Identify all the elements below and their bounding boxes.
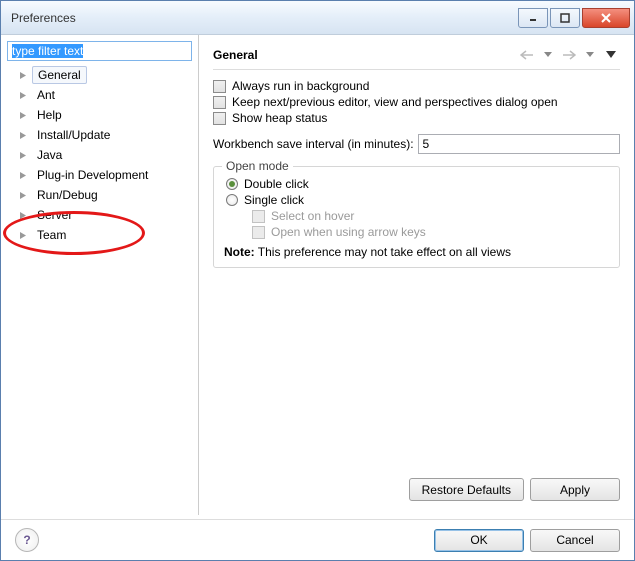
checkbox-icon[interactable] bbox=[213, 96, 226, 109]
expander-icon[interactable] bbox=[19, 211, 28, 220]
content-area: General Ant Help Install/Update Java bbox=[1, 35, 634, 515]
tree-item-plugin[interactable]: Plug-in Development bbox=[7, 165, 192, 185]
dialog-buttons: OK Cancel bbox=[434, 529, 620, 552]
tree-item-help[interactable]: Help bbox=[7, 105, 192, 125]
menu-dropdown-icon[interactable] bbox=[602, 46, 620, 64]
save-interval-input[interactable] bbox=[418, 134, 620, 154]
tree-item-rundebug[interactable]: Run/Debug bbox=[7, 185, 192, 205]
checkbox-label: Always run in background bbox=[232, 79, 369, 93]
expander-icon[interactable] bbox=[19, 171, 28, 180]
titlebar: Preferences bbox=[1, 1, 634, 35]
group-legend: Open mode bbox=[222, 159, 293, 173]
expander-icon[interactable] bbox=[19, 151, 28, 160]
forward-icon[interactable] bbox=[560, 46, 578, 64]
back-icon[interactable] bbox=[518, 46, 536, 64]
tree-item-java[interactable]: Java bbox=[7, 145, 192, 165]
footer: ? OK Cancel bbox=[1, 519, 634, 560]
question-icon: ? bbox=[23, 533, 30, 547]
preferences-dialog: Preferences General Ant Help bbox=[0, 0, 635, 561]
tree-item-install[interactable]: Install/Update bbox=[7, 125, 192, 145]
checkbox-showheap[interactable]: Show heap status bbox=[213, 111, 620, 125]
checkbox-label: Keep next/previous editor, view and pers… bbox=[232, 95, 558, 109]
checkbox-label: Open when using arrow keys bbox=[271, 225, 426, 239]
checkbox-arrow: Open when using arrow keys bbox=[252, 225, 609, 239]
checkbox-icon bbox=[252, 210, 265, 223]
filter-input[interactable] bbox=[7, 41, 192, 61]
window-title: Preferences bbox=[11, 11, 518, 25]
tree-label: Run/Debug bbox=[32, 187, 103, 203]
tree-item-server[interactable]: Server bbox=[7, 205, 192, 225]
checkbox-label: Show heap status bbox=[232, 111, 327, 125]
radio-icon[interactable] bbox=[226, 194, 238, 206]
pane-header: General bbox=[213, 43, 620, 67]
openmode-group: Open mode Double click Single click Sele… bbox=[213, 166, 620, 268]
expander-icon[interactable] bbox=[19, 131, 28, 140]
tree-label: Help bbox=[32, 107, 67, 123]
checkbox-hover: Select on hover bbox=[252, 209, 609, 223]
radio-single[interactable]: Single click bbox=[224, 193, 609, 207]
page-title: General bbox=[213, 48, 518, 62]
tree-label: General bbox=[32, 66, 87, 84]
save-interval-label: Workbench save interval (in minutes): bbox=[213, 137, 414, 151]
toolbar bbox=[518, 46, 620, 64]
checkbox-label: Select on hover bbox=[271, 209, 354, 223]
tree-label: Plug-in Development bbox=[32, 167, 153, 183]
radio-label: Single click bbox=[244, 193, 304, 207]
tree-label: Ant bbox=[32, 87, 60, 103]
minimize-button[interactable] bbox=[518, 8, 548, 28]
main-pane: General Always run in background Keep ne… bbox=[199, 35, 634, 515]
expander-icon[interactable] bbox=[19, 71, 28, 80]
tree-label: Install/Update bbox=[32, 127, 115, 143]
spacer bbox=[213, 268, 620, 478]
expander-icon[interactable] bbox=[19, 111, 28, 120]
tree-label: Java bbox=[32, 147, 67, 163]
tree-item-general[interactable]: General bbox=[7, 65, 192, 85]
expander-icon[interactable] bbox=[19, 231, 28, 240]
dropdown-icon[interactable] bbox=[539, 46, 557, 64]
note-text: Note: This preference may not take effec… bbox=[224, 245, 609, 259]
expander-icon[interactable] bbox=[19, 191, 28, 200]
radio-double[interactable]: Double click bbox=[224, 177, 609, 191]
page-buttons: Restore Defaults Apply bbox=[213, 478, 620, 501]
checkbox-icon[interactable] bbox=[213, 112, 226, 125]
sidebar: General Ant Help Install/Update Java bbox=[1, 35, 199, 515]
window-buttons bbox=[518, 8, 630, 28]
ok-button[interactable]: OK bbox=[434, 529, 524, 552]
note-body: This preference may not take effect on a… bbox=[255, 245, 511, 259]
radio-label: Double click bbox=[244, 177, 309, 191]
radio-icon[interactable] bbox=[226, 178, 238, 190]
apply-button[interactable]: Apply bbox=[530, 478, 620, 501]
tree-label: Server bbox=[32, 207, 77, 223]
maximize-button[interactable] bbox=[550, 8, 580, 28]
expander-icon[interactable] bbox=[19, 91, 28, 100]
restore-defaults-button[interactable]: Restore Defaults bbox=[409, 478, 524, 501]
cancel-button[interactable]: Cancel bbox=[530, 529, 620, 552]
checkbox-runbg[interactable]: Always run in background bbox=[213, 79, 620, 93]
divider bbox=[213, 69, 620, 70]
checkbox-icon[interactable] bbox=[213, 80, 226, 93]
note-label: Note: bbox=[224, 245, 255, 259]
tree-item-ant[interactable]: Ant bbox=[7, 85, 192, 105]
dropdown-icon[interactable] bbox=[581, 46, 599, 64]
tree: General Ant Help Install/Update Java bbox=[7, 65, 192, 245]
close-button[interactable] bbox=[582, 8, 630, 28]
save-interval-row: Workbench save interval (in minutes): bbox=[213, 134, 620, 154]
tree-label: Team bbox=[32, 227, 71, 243]
tree-item-team[interactable]: Team bbox=[7, 225, 192, 245]
checkbox-keepnext[interactable]: Keep next/previous editor, view and pers… bbox=[213, 95, 620, 109]
help-button[interactable]: ? bbox=[15, 528, 39, 552]
checkbox-icon bbox=[252, 226, 265, 239]
